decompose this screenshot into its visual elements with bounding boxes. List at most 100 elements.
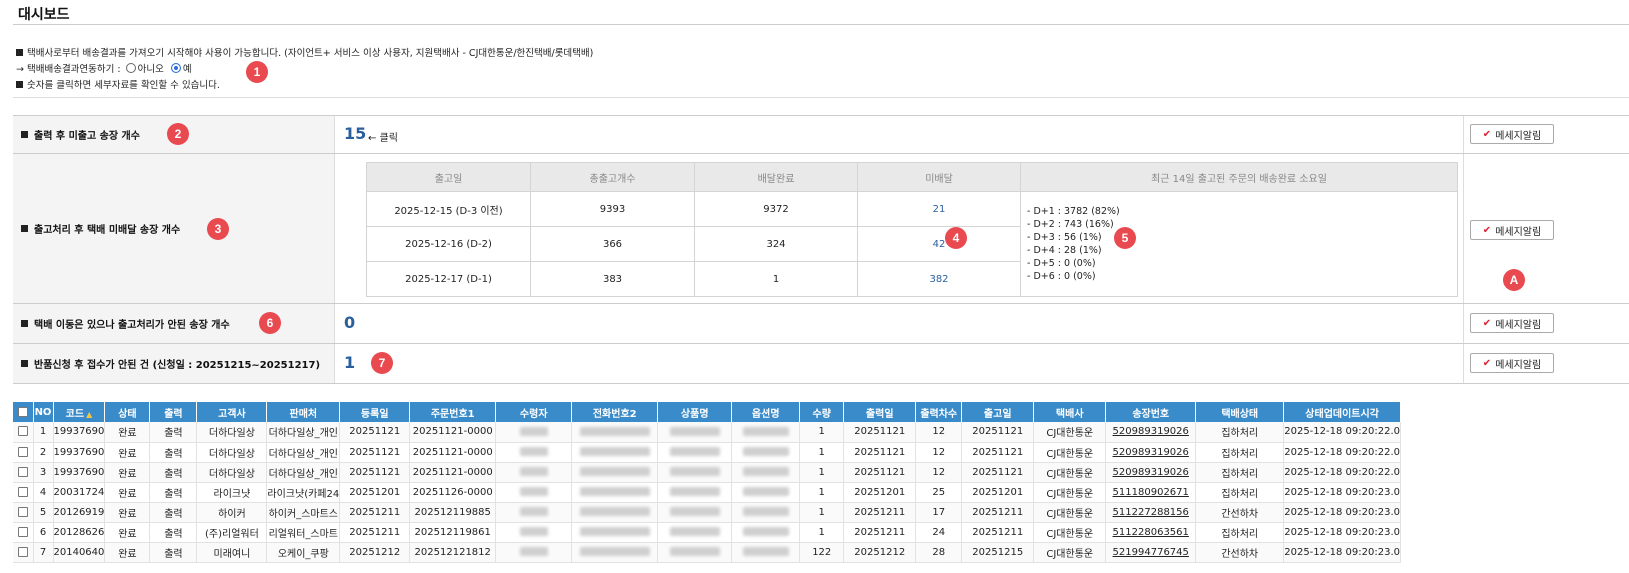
row-checkbox[interactable] (13, 522, 34, 543)
masked-cell (495, 502, 573, 523)
col-header[interactable]: 출력 (149, 402, 198, 422)
invoice-number-link[interactable]: 511180902671 (1105, 482, 1197, 503)
col-header[interactable]: 송장번호 (1105, 402, 1197, 422)
row-action: ✔ 메세지알림 (1463, 304, 1629, 343)
grid-cell: 완료 (104, 542, 151, 563)
col-header[interactable]: 상태 (104, 402, 151, 422)
invoice-number-link[interactable]: 520989319026 (1105, 422, 1197, 443)
grid-cell: 1 (799, 502, 845, 523)
invoice-number-link[interactable]: 511228063561 (1105, 522, 1197, 543)
select-all-checkbox[interactable] (13, 402, 34, 422)
message-alert-button[interactable]: ✔ 메세지알림 (1470, 353, 1554, 373)
grid-cell: 미래여니 (196, 542, 268, 563)
grid-cell: 20251212 (339, 542, 411, 563)
col-header[interactable]: 판매처 (266, 402, 341, 422)
col-header[interactable]: 출력차수 (915, 402, 963, 422)
table-row[interactable]: 1 19937690 완료 출력 더하다일상 더하다일상_개인 20251121 202511… (13, 422, 1401, 443)
grid-cell: 20251121 (961, 422, 1035, 443)
col-header[interactable]: 상품명 (657, 402, 733, 422)
row-label: 출고처리 후 택배 미배달 송장 개수 (13, 154, 335, 303)
grid-cell: 2025-12-18 09:20:23.0 (1283, 482, 1401, 503)
grid-cell: 20251121 (961, 462, 1035, 483)
col-header[interactable]: 상태업데이트시각 (1283, 402, 1401, 422)
radio-yes-label[interactable]: 예 (183, 64, 192, 75)
radio-no[interactable] (125, 63, 136, 73)
row-checkbox[interactable] (13, 462, 34, 483)
message-alert-button[interactable]: ✔ 메세지알림 (1470, 124, 1554, 144)
badge-2: 2 (167, 123, 189, 145)
col-header[interactable]: 택배상태 (1195, 402, 1285, 422)
row-checkbox[interactable] (13, 422, 34, 443)
grid-cell: 20251211 (339, 502, 411, 523)
col-header[interactable]: 등록일 (339, 402, 411, 422)
col-header[interactable]: 출력일 (843, 402, 917, 422)
col-header[interactable]: 전화번호2 (571, 402, 659, 422)
row-returns: 반품신청 후 접수가 안된 건 (신청일 : 20251215~20251217… (13, 344, 1629, 384)
col-header[interactable]: 옵션명 (731, 402, 801, 422)
grid-cell: 20251121-0000 (409, 442, 497, 463)
row-checkbox[interactable] (13, 542, 34, 563)
check-icon: ✔ (1482, 224, 1492, 236)
col-header[interactable]: 택배사 (1033, 402, 1107, 422)
radio-yes[interactable] (170, 63, 181, 73)
grid-cell: 20251121 (339, 422, 411, 443)
returns-count-link[interactable]: 1 (344, 353, 355, 372)
row-checkbox[interactable] (13, 482, 34, 503)
grid-cell: 20140640 (53, 542, 106, 563)
grid-cell: 20251212 (843, 542, 917, 563)
table-row[interactable]: 7 20140640 완료 출력 미래여니 오케이_쿠팡 20251212 202512121… (13, 542, 1401, 563)
col-header[interactable]: 주문번호1 (409, 402, 497, 422)
moved-count-link[interactable]: 0 (344, 313, 355, 332)
invoice-number-link[interactable]: 511227288156 (1105, 502, 1197, 523)
row-label: 반품신청 후 접수가 안된 건 (신청일 : 20251215~20251217… (13, 344, 335, 383)
col-header[interactable]: 출고일 (961, 402, 1035, 422)
grid-cell: 더하다일상 (196, 442, 268, 463)
message-alert-button[interactable]: ✔ 메세지알림 (1470, 313, 1554, 333)
check-icon: ✔ (1482, 317, 1492, 329)
pending-count-link[interactable]: 42 (857, 226, 1021, 262)
grid-cell: (주)리얼워터 (196, 522, 268, 543)
grid-cell: 더하다일상_개인 (266, 422, 341, 443)
badge-1: 1 (246, 61, 268, 83)
badge-6: 6 (259, 312, 281, 334)
badge-4: 4 (945, 227, 967, 249)
grid-cell: 1 (33, 422, 54, 443)
grid-cell: 1 (799, 482, 845, 503)
grid-cell: 하이커 (196, 502, 268, 523)
col-header[interactable]: 고객사 (196, 402, 268, 422)
unshipped-count-link[interactable]: 15 (344, 124, 366, 143)
table-row[interactable]: 4 20031724 완료 출력 라이크냣 라이크냣(카페24 20251201 202511… (13, 482, 1401, 503)
masked-cell (571, 482, 659, 503)
badge-3: 3 (207, 218, 229, 240)
pending-count-link[interactable]: 382 (857, 261, 1021, 297)
col-header[interactable]: 수령자 (495, 402, 573, 422)
grid-cell: 1 (799, 522, 845, 543)
col-header[interactable]: 수량 (799, 402, 845, 422)
table-row[interactable]: 2 19937690 완료 출력 더하다일상 더하다일상_개인 20251121 202511… (13, 442, 1401, 463)
row-checkbox[interactable] (13, 502, 34, 523)
table-row[interactable]: 3 19937690 완료 출력 더하다일상 더하다일상_개인 20251121 202511… (13, 462, 1401, 483)
invoice-number-link[interactable]: 521994776745 (1105, 542, 1197, 563)
notice-line-1: 택배사로부터 배송결과를 가져오기 시작해야 사용이 가능합니다. (자이언트+… (16, 46, 1616, 62)
invoice-number-link[interactable]: 520989319026 (1105, 462, 1197, 483)
radio-no-label[interactable]: 아니오 (138, 64, 164, 75)
square-bullet-icon (16, 49, 23, 56)
invoice-number-link[interactable]: 520989319026 (1105, 442, 1197, 463)
col-header-code[interactable]: 코드 ▲ (53, 402, 106, 422)
table-row[interactable]: 5 20126919 완료 출력 하이커 하이커_스마트스 20251211 20251211… (13, 502, 1401, 523)
grid-cell: 5 (33, 502, 54, 523)
row-content: 15 ← 클릭 (336, 116, 1463, 153)
masked-cell (571, 542, 659, 563)
grid-cell: 19937690 (53, 422, 106, 443)
grid-cell: 더하다일상_개인 (266, 442, 341, 463)
row-checkbox[interactable] (13, 442, 34, 463)
grid-cell: 202512119885 (409, 502, 497, 523)
col-header[interactable]: NO (33, 402, 54, 422)
table-row[interactable]: 6 20128626 완료 출력 (주)리얼워터 리얼워터_스마트 20251211 2025… (13, 522, 1401, 543)
message-alert-button[interactable]: ✔ 메세지알림 (1470, 220, 1554, 240)
badge-5: 5 (1114, 227, 1136, 249)
grid-cell: 20251211 (961, 502, 1035, 523)
pending-count-link[interactable]: 21 (857, 191, 1021, 227)
badge-a: A (1503, 269, 1525, 291)
dashboard-panel: 출력 후 미출고 송장 개수 15 ← 클릭 ✔ 메세지알림 출고처리 후 택배 … (13, 115, 1629, 384)
